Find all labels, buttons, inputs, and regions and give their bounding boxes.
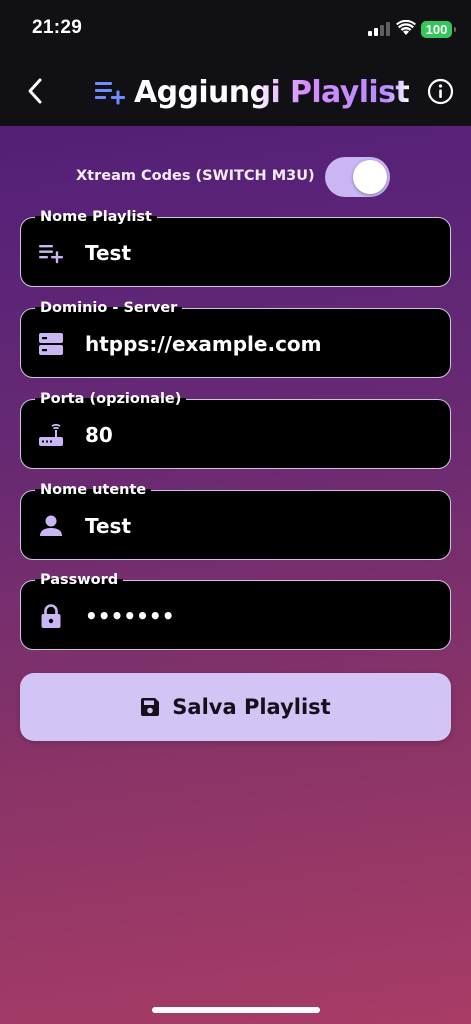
- password-input[interactable]: •••••••: [85, 601, 425, 631]
- header: 21:29 100 Aggiungi Playlist: [0, 0, 471, 126]
- save-playlist-button[interactable]: Salva Playlist: [20, 673, 451, 741]
- field-nome-utente[interactable]: Nome utente: [20, 480, 451, 560]
- server-icon: [39, 333, 63, 355]
- lock-icon: [41, 604, 61, 628]
- field-label: Nome utente: [35, 480, 152, 500]
- status-bar: 21:29 100: [0, 0, 471, 58]
- page-title: Aggiungi Playlist: [134, 74, 410, 110]
- toggle-knob: [353, 160, 387, 194]
- playlist-add-icon: [95, 82, 125, 105]
- cellular-signal-icon: [368, 22, 390, 36]
- dominio-server-input[interactable]: [85, 329, 425, 359]
- field-dominio-server[interactable]: Dominio - Server: [20, 298, 451, 378]
- field-password[interactable]: Password •••••••: [20, 570, 451, 650]
- wifi-icon: [396, 20, 416, 35]
- xtream-toggle-label: Xtream Codes (SWITCH M3U): [76, 168, 315, 184]
- field-label: Password: [35, 570, 124, 590]
- field-label: Nome Playlist: [35, 207, 157, 227]
- save-playlist-label: Salva Playlist: [172, 695, 331, 719]
- nav-title-group: Aggiungi Playlist: [94, 70, 410, 114]
- field-label: Porta (opzionale): [35, 389, 187, 409]
- nome-playlist-input[interactable]: [85, 238, 425, 268]
- router-icon: [39, 424, 63, 446]
- home-indicator[interactable]: [152, 1007, 320, 1013]
- chevron-left-icon[interactable]: [24, 76, 48, 106]
- field-nome-playlist[interactable]: Nome Playlist: [20, 207, 451, 287]
- playlist-add-icon: [39, 245, 63, 264]
- field-porta[interactable]: Porta (opzionale): [20, 389, 451, 469]
- info-icon[interactable]: [427, 78, 454, 105]
- xtream-toggle-switch[interactable]: [325, 157, 390, 197]
- save-icon: [141, 698, 160, 716]
- nome-utente-input[interactable]: [85, 511, 425, 541]
- xtream-toggle-row: Xtream Codes (SWITCH M3U): [0, 156, 471, 198]
- porta-input[interactable]: [85, 420, 425, 450]
- person-icon: [40, 515, 62, 536]
- field-label: Dominio - Server: [35, 298, 183, 318]
- battery-indicator: 100: [421, 21, 456, 38]
- status-time: 21:29: [32, 17, 83, 38]
